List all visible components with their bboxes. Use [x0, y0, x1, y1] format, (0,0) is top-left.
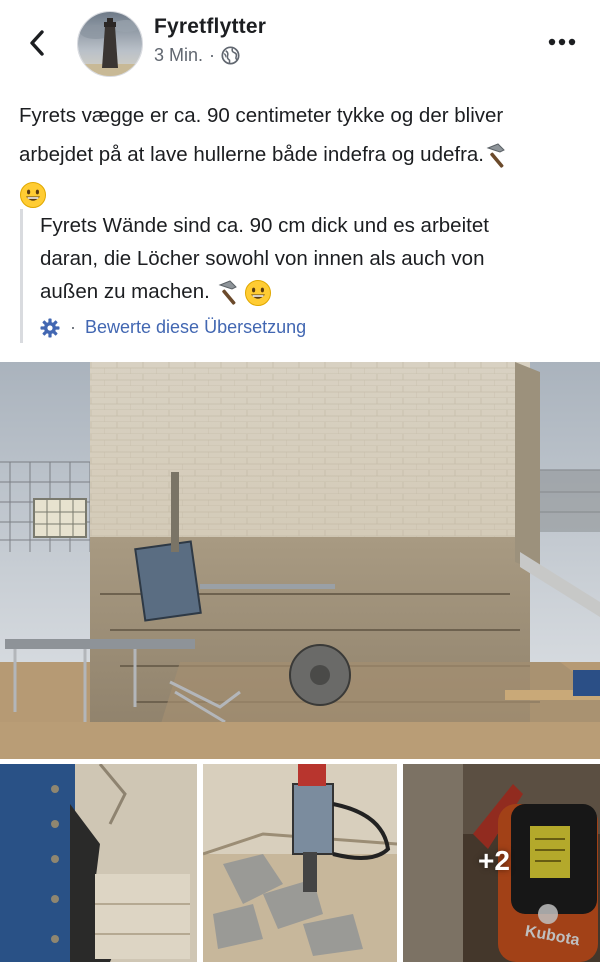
- author-name[interactable]: Fyretflytter: [154, 15, 266, 39]
- chevron-left-icon: [30, 30, 44, 56]
- translation-line-3: außen zu machen.: [40, 275, 580, 308]
- photo-thumbnails: Kubota: [0, 764, 600, 962]
- rate-separator: ·: [70, 317, 76, 337]
- thumbnail-2[interactable]: [203, 764, 397, 962]
- more-options-button[interactable]: [546, 30, 578, 54]
- translation-text: Fyrets Wände sind ca. 90 cm dick und es …: [40, 209, 580, 308]
- translation-block: Fyrets Wände sind ca. 90 cm dick und es …: [20, 209, 588, 343]
- hammer-emoji: [486, 142, 505, 168]
- author-avatar[interactable]: [77, 11, 143, 77]
- translation-line-1: Fyrets Wände sind ca. 90 cm dick und es …: [40, 214, 489, 237]
- meta-separator: ·: [209, 45, 216, 65]
- post-line-3: [19, 174, 584, 213]
- gear-icon: [40, 318, 60, 337]
- post-time[interactable]: 3 Min.: [154, 45, 203, 66]
- post-line-2: arbejdet på at lave hullerne både indefr…: [19, 135, 584, 174]
- rate-translation-label[interactable]: Bewerte diese Übersetzung: [85, 317, 306, 338]
- post-message: Fyrets vægge er ca. 90 centimeter tykke …: [19, 96, 584, 213]
- translation-line-2: daran, die Löcher sowohl von innen als a…: [40, 247, 485, 270]
- hammer-emoji: [218, 279, 237, 305]
- thumbnail-1[interactable]: [0, 764, 197, 962]
- more-dots-icon: [548, 38, 576, 46]
- main-photo[interactable]: [0, 362, 600, 759]
- rate-translation-link[interactable]: · Bewerte diese Übersetzung: [40, 317, 306, 338]
- back-button[interactable]: [22, 26, 52, 60]
- more-photos-count[interactable]: +2: [478, 845, 510, 877]
- post-header: Fyretflytter 3 Min. ·: [0, 0, 600, 90]
- post-page: Fyretflytter 3 Min. · Fyrets vægge er ca…: [0, 0, 600, 962]
- grinning-face-emoji: [20, 181, 46, 208]
- globe-icon[interactable]: [221, 46, 240, 65]
- post-line-1: Fyrets vægge er ca. 90 centimeter tykke …: [19, 104, 504, 127]
- post-meta: 3 Min. ·: [154, 45, 240, 66]
- grinning-face-emoji: [244, 279, 271, 306]
